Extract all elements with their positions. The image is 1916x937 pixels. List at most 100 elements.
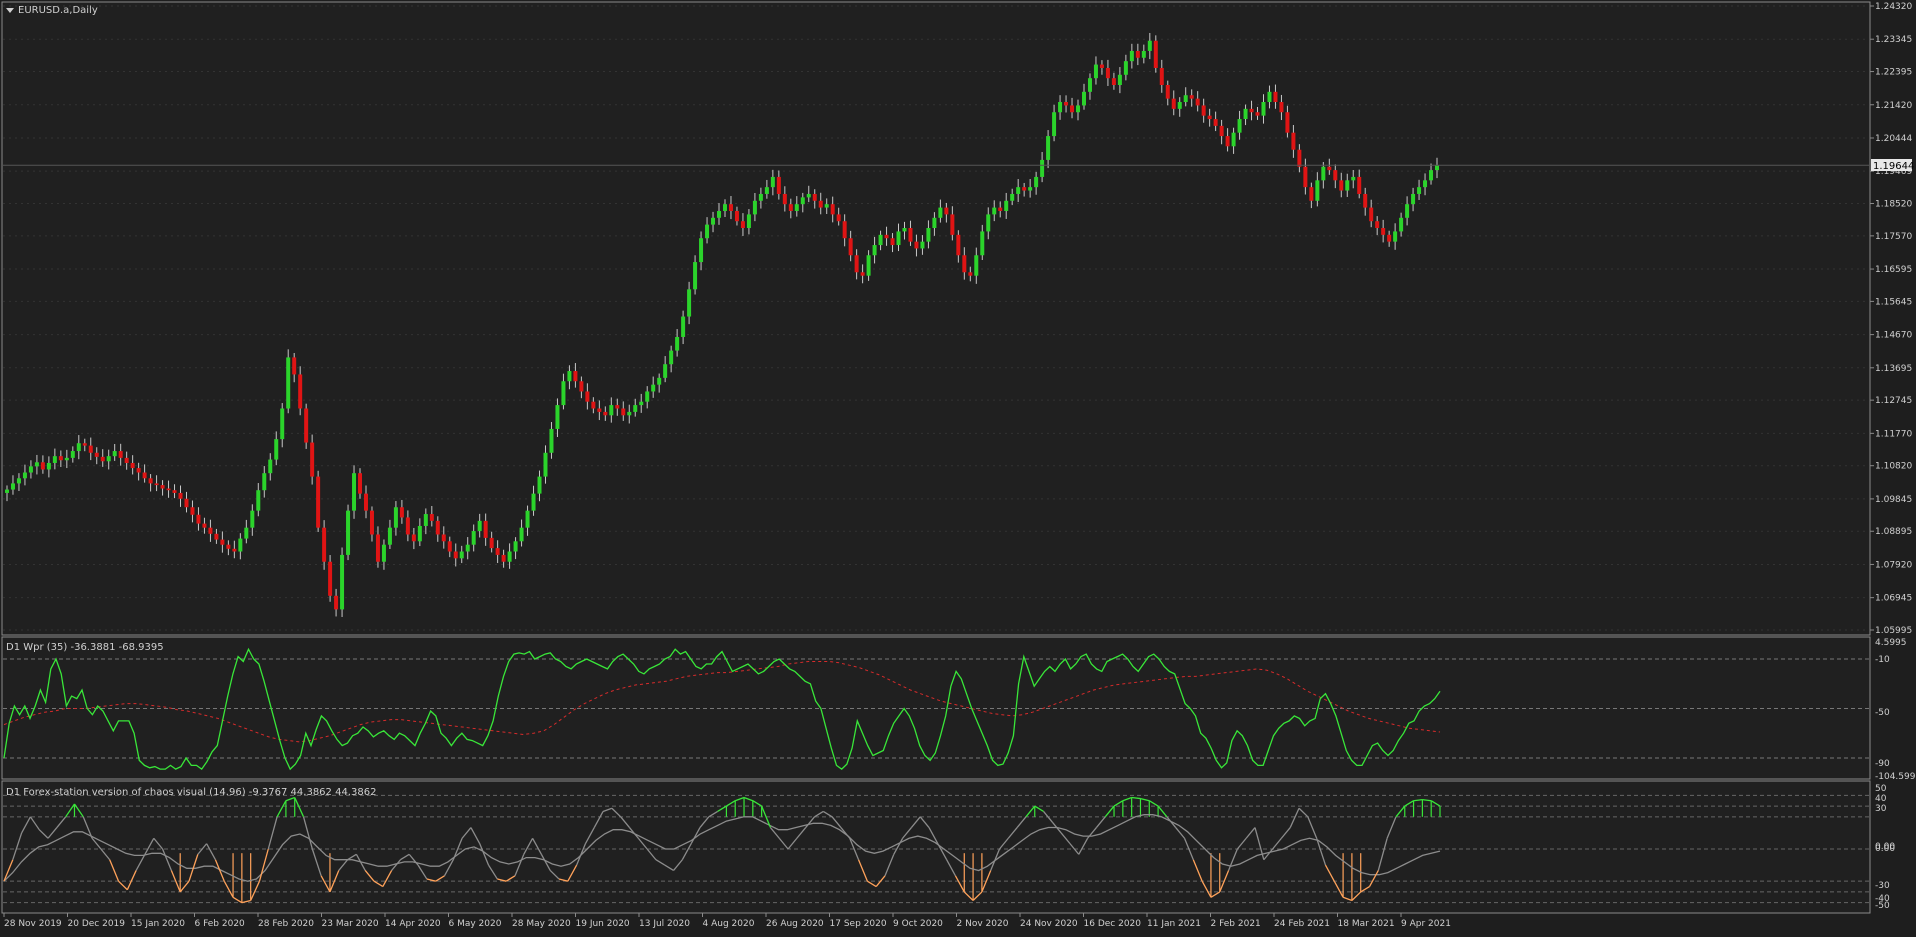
candle-body <box>22 472 27 479</box>
candle-body <box>669 350 674 365</box>
price-tick-label: 1.16595 <box>1875 265 1912 275</box>
candle-body <box>1297 149 1302 167</box>
date-tick-label: 6 May 2020 <box>449 919 502 929</box>
candle-body <box>1345 180 1350 191</box>
candle-body <box>142 472 147 479</box>
candle-body <box>561 381 566 406</box>
candle-body <box>836 214 841 222</box>
date-tick-label: 4 Aug 2020 <box>703 919 755 929</box>
candle-body <box>381 544 386 562</box>
candle-body <box>1147 40 1152 51</box>
date-tick-label: 18 Mar 2021 <box>1338 919 1395 929</box>
candle-body <box>1411 193 1416 205</box>
candle-body <box>286 357 291 409</box>
wpr-axis-label: -50 <box>1875 708 1890 718</box>
candle-body <box>1135 50 1140 58</box>
chart-window[interactable]: 1.24320 1.23345 1.22395 1.21420 1.20444 1.194… <box>0 0 1916 933</box>
candle-body <box>651 384 656 392</box>
candle-body <box>938 207 943 218</box>
candle-body <box>393 507 398 528</box>
candle-body <box>1183 95 1188 103</box>
candle-body <box>1321 166 1326 181</box>
date-tick-label: 2 Nov 2020 <box>957 919 1009 929</box>
candle-body <box>932 217 937 229</box>
candle-body <box>1255 112 1260 116</box>
candle-body <box>346 510 351 555</box>
wpr-label: D1 Wpr (35) -36.3881 -68.9395 <box>6 642 164 653</box>
candle-body <box>1016 187 1021 194</box>
candle-body <box>968 272 973 276</box>
candle-body <box>268 459 273 474</box>
candle-body <box>1213 119 1218 126</box>
candle-body <box>352 473 357 511</box>
candle-body <box>657 377 662 385</box>
chaos-label: D1 Forex-station version of chaos visual… <box>6 787 376 798</box>
candle-body <box>621 408 626 416</box>
candle-body <box>232 548 237 552</box>
candle-body <box>1105 67 1110 79</box>
price-tag: 1.19644 <box>1871 159 1914 172</box>
chaos-axis-label: 30 <box>1875 804 1887 814</box>
date-tick-label: 20 Dec 2019 <box>68 919 126 929</box>
candle-body <box>794 204 799 211</box>
candle-body <box>64 457 69 461</box>
wpr-panel[interactable]: 4.5995 -10 -50 -90 -104.5996 D1 Wpr (35) -36… <box>1 636 1916 782</box>
candle-body <box>866 255 871 276</box>
candle-body <box>842 221 847 239</box>
candle-body <box>1225 136 1230 147</box>
candle-body <box>1076 105 1081 113</box>
candle-body <box>950 214 955 235</box>
candle-body <box>728 204 733 211</box>
candle-body <box>154 483 159 486</box>
candle-body <box>609 405 614 416</box>
price-tick-label: 1.14670 <box>1875 331 1912 341</box>
candle-body <box>998 207 1003 211</box>
candle-body <box>40 462 45 470</box>
candle-body <box>1099 64 1104 68</box>
candle-body <box>603 411 608 416</box>
date-tick-label: 23 Mar 2020 <box>322 919 379 929</box>
chart-canvas[interactable]: 1.243201.233451.223951.214201.204441.194… <box>0 0 1916 933</box>
candle-body <box>1064 102 1069 106</box>
candle-body <box>501 554 506 562</box>
price-tick-label: 1.05995 <box>1875 626 1912 636</box>
date-tick-label: 9 Oct 2020 <box>893 919 943 929</box>
price-tick-label: 1.22395 <box>1875 68 1912 78</box>
candle-body <box>130 462 135 469</box>
candle-body <box>334 595 339 610</box>
candle-body <box>1117 74 1122 86</box>
candle-body <box>531 493 536 511</box>
price-tick-label: 1.11770 <box>1875 429 1912 439</box>
candle-body <box>196 514 201 524</box>
candle-body <box>507 551 512 562</box>
candle-body <box>1004 200 1009 211</box>
candle-body <box>1375 221 1380 229</box>
candle-body <box>1243 108 1248 120</box>
candle-body <box>711 217 716 225</box>
candle-body <box>1093 64 1098 79</box>
candle-body <box>878 234 883 246</box>
candle-body <box>944 207 949 215</box>
candle-body <box>1058 102 1063 113</box>
candle-body <box>1249 108 1254 113</box>
candle-body <box>848 238 853 256</box>
candle-body <box>184 498 189 508</box>
candle-body <box>340 554 345 610</box>
price-tick-label: 1.10820 <box>1875 462 1912 472</box>
candle-body <box>1159 67 1164 86</box>
chaos-panel[interactable]: 5040300.000.00-30-40-50 D1 Forex-station… <box>1 780 1895 914</box>
candle-body <box>118 451 123 458</box>
candle-body <box>178 492 183 499</box>
date-tick-label: 11 Jan 2021 <box>1147 919 1201 929</box>
candle-body <box>687 289 692 317</box>
candle-body <box>316 476 321 528</box>
candle-body <box>920 241 925 249</box>
price-panel[interactable]: 1.243201.233451.223951.214201.204441.194… <box>1 1 1914 636</box>
candle-body <box>555 405 560 429</box>
wpr-axis-label: 4.5995 <box>1875 638 1907 648</box>
candle-body <box>1417 187 1422 194</box>
candle-body <box>214 533 219 540</box>
candle-body <box>1291 132 1296 150</box>
candle-body <box>1351 176 1356 181</box>
chaos-axis-label: -30 <box>1875 881 1890 891</box>
